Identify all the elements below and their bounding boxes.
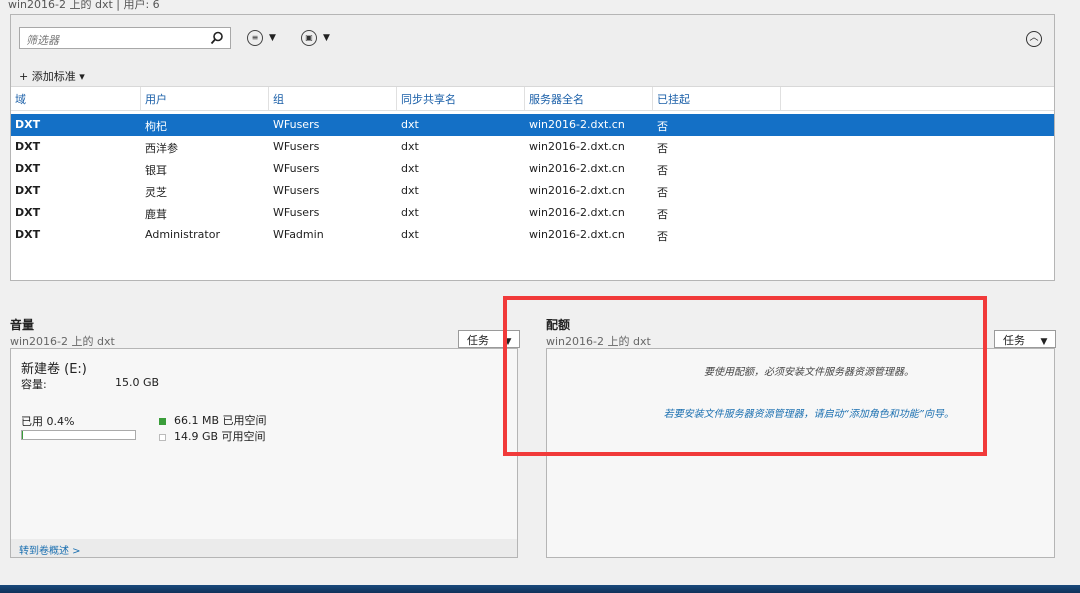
cell-server: win2016-2.dxt.cn [529,140,625,153]
cell-server: win2016-2.dxt.cn [529,118,625,131]
capacity-value: 15.0 GB [115,376,160,389]
volume-panel: 新建卷 (E:) 容量: 15.0 GB 已用 0.4% 66.1 MB 已用空… [10,348,518,558]
free-swatch [159,433,166,441]
cell-share: dxt [401,162,419,175]
cell-group: WFusers [273,162,320,175]
cell-share: dxt [401,184,419,197]
cell-share: dxt [401,140,419,153]
volume-footer: 转到卷概述 > [11,539,517,557]
table-row[interactable]: DXT 银耳 WFusers dxt win2016-2.dxt.cn 否 [11,158,1054,180]
cell-user: 枸杞 [145,120,167,133]
cell-domain: DXT [15,140,41,153]
cell-server: win2016-2.dxt.cn [529,206,625,219]
save-icon: ▣ [301,30,317,46]
cell-server: win2016-2.dxt.cn [529,162,625,175]
chevron-down-icon: ▼ [269,33,276,43]
used-space-text: 66.1 MB 已用空间 [174,414,267,427]
free-space-text: 14.9 GB 可用空间 [174,430,266,443]
cell-share: dxt [401,228,419,241]
filter-area: 筛选器 ≡ ▼ ▣ ▼ + 添加标准 ▾ ︿ [11,15,1054,87]
column-divider[interactable] [652,87,653,111]
free-space-legend: 14.9 GB 可用空间 [159,428,266,444]
table-row[interactable]: DXT 枸杞 WFusers dxt win2016-2.dxt.cn 否 [11,114,1054,136]
cell-group: WFadmin [273,228,324,241]
save-query-button[interactable]: ▣ ▼ [301,30,330,46]
cell-group: WFusers [273,118,320,131]
column-header-user[interactable]: 用户 [145,91,167,107]
column-header-suspended[interactable]: 已挂起 [657,91,690,107]
table-row[interactable]: DXT 灵芝 WFusers dxt win2016-2.dxt.cn 否 [11,180,1054,202]
used-percent: 已用 0.4% [21,415,75,428]
quota-tasks-button[interactable]: 任务 ▼ [994,330,1057,348]
goto-volume-overview-link[interactable]: 转到卷概述 > [19,542,81,557]
used-swatch [159,417,166,425]
page-title: win2016-2 上的 dxt | 用户: 6 [8,0,160,11]
cell-user: 银耳 [145,164,167,177]
column-header-group[interactable]: 组 [273,91,284,107]
column-divider[interactable] [396,87,397,111]
capacity-label: 容量: [21,378,47,391]
cell-suspended: 否 [657,164,668,177]
cell-group: WFusers [273,206,320,219]
cell-user: 灵芝 [145,186,167,199]
column-divider[interactable] [524,87,525,111]
column-header-domain[interactable]: 域 [15,91,26,107]
cell-share: dxt [401,206,419,219]
column-divider[interactable] [140,87,141,111]
cell-suspended: 否 [657,208,668,221]
cell-suspended: 否 [657,186,668,199]
column-divider[interactable] [268,87,269,111]
cell-suspended: 否 [657,230,668,243]
column-header-share[interactable]: 同步共享名 [401,91,456,107]
cell-domain: DXT [15,228,41,241]
add-criteria-button[interactable]: + 添加标准 ▾ [19,68,85,84]
tasks-label: 任务 [467,334,489,347]
volume-subtitle: win2016-2 上的 dxt [10,335,115,348]
annotation-highlight-box [503,296,987,456]
cell-domain: DXT [15,184,41,197]
table-row[interactable]: DXT 鹿茸 WFusers dxt win2016-2.dxt.cn 否 [11,202,1054,224]
cell-server: win2016-2.dxt.cn [529,228,625,241]
cell-domain: DXT [15,162,41,175]
cell-suspended: 否 [657,142,668,155]
cell-user: Administrator [145,228,220,241]
chevron-down-icon: ▼ [323,33,330,43]
column-header-server[interactable]: 服务器全名 [529,91,584,107]
filter-input[interactable]: 筛选器 [19,27,231,49]
tasks-label: 任务 [1003,334,1025,347]
volume-title: 音量 [10,318,35,332]
cell-user: 鹿茸 [145,208,167,221]
list-options-button[interactable]: ≡ ▼ [247,30,276,46]
column-header-row: 域 用户 组 同步共享名 服务器全名 已挂起 [11,87,1054,111]
cell-suspended: 否 [657,120,668,133]
cell-server: win2016-2.dxt.cn [529,184,625,197]
volume-name: 新建卷 (E:) [21,362,87,377]
taskbar [0,585,1080,593]
cell-group: WFusers [273,140,320,153]
list-icon: ≡ [247,30,263,46]
cell-domain: DXT [15,118,41,131]
cell-group: WFusers [273,184,320,197]
chevron-down-icon: ▼ [1040,337,1048,347]
cell-domain: DXT [15,206,41,219]
cell-user: 西洋参 [145,142,178,155]
table-row[interactable]: DXT Administrator WFadmin dxt win2016-2.… [11,224,1054,246]
usage-bar-fill [22,431,23,439]
column-divider[interactable] [780,87,781,111]
users-panel: 筛选器 ≡ ▼ ▣ ▼ + 添加标准 ▾ ︿ 域 用户 组 同步共享名 服务器全… [10,14,1055,281]
table-row[interactable]: DXT 西洋参 WFusers dxt win2016-2.dxt.cn 否 [11,136,1054,158]
collapse-icon[interactable]: ︿ [1026,31,1042,47]
filter-placeholder: 筛选器 [26,34,59,47]
used-space-legend: 66.1 MB 已用空间 [159,412,267,428]
usage-bar [21,430,136,440]
cell-share: dxt [401,118,419,131]
search-icon[interactable] [209,30,225,46]
